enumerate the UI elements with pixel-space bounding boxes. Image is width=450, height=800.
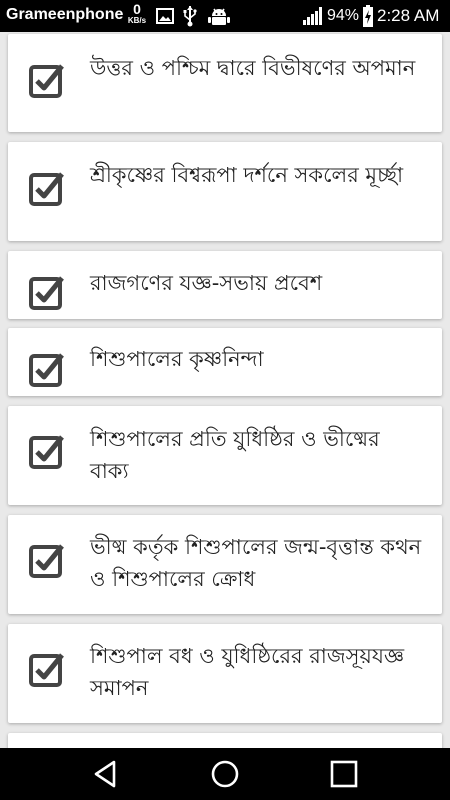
checkbox-checked-icon[interactable] bbox=[28, 169, 66, 207]
chapter-title: ভীষ্ম কর্তৃক শিশুপালের জন্ম-বৃত্তান্ত কথ… bbox=[90, 535, 422, 591]
carrier-name: Grameenphone bbox=[6, 6, 124, 23]
chapter-item-partial[interactable] bbox=[8, 733, 442, 748]
status-bar: Grameenphone 0 KB/s 94% 2:28 AM bbox=[0, 0, 450, 32]
chapter-title: শ্রীকৃষ্ণের বিশ্বরূপা দর্শনে সকলের মূর্চ… bbox=[90, 163, 404, 187]
signal-icon bbox=[303, 7, 322, 25]
chapter-item[interactable]: ভীষ্ম কর্তৃক শিশুপালের জন্ম-বৃত্তান্ত কথ… bbox=[8, 515, 442, 614]
android-debug-icon bbox=[208, 8, 230, 25]
checkbox-checked-icon[interactable] bbox=[28, 61, 66, 99]
battery-icon bbox=[363, 5, 373, 27]
chapter-item[interactable]: রাজগণের যজ্ঞ-সভায় প্রবেশ bbox=[8, 251, 442, 319]
chapter-item[interactable]: শিশুপাল বধ ও যুধিষ্ঠিরের রাজসূয়যজ্ঞ সমা… bbox=[8, 624, 442, 723]
network-speed: 0 KB/s bbox=[126, 2, 148, 25]
chapter-title: উত্তর ও পশ্চিম দ্বারে বিভীষণের অপমান bbox=[90, 56, 416, 80]
checkbox-checked-icon[interactable] bbox=[28, 541, 66, 579]
network-speed-value: 0 bbox=[133, 1, 141, 17]
checkbox-checked-icon[interactable] bbox=[28, 432, 66, 470]
chapter-item[interactable]: শিশুপালের কৃষ্ণনিন্দা bbox=[8, 328, 442, 396]
battery-percent: 94% bbox=[327, 7, 360, 24]
chapter-list[interactable]: উত্তর ও পশ্চিম দ্বারে বিভীষণের অপমান শ্র… bbox=[0, 32, 450, 748]
chapter-item[interactable]: উত্তর ও পশ্চিম দ্বারে বিভীষণের অপমান bbox=[8, 34, 442, 132]
image-icon bbox=[156, 8, 174, 24]
checkbox-checked-icon[interactable] bbox=[28, 650, 66, 688]
home-icon[interactable] bbox=[209, 758, 241, 790]
back-icon[interactable] bbox=[90, 758, 122, 790]
navigation-bar bbox=[0, 748, 450, 800]
chapter-title: শিশুপাল বধ ও যুধিষ্ঠিরের রাজসূয়যজ্ঞ সমা… bbox=[90, 644, 405, 700]
checkbox-checked-icon[interactable] bbox=[28, 273, 66, 311]
chapter-title: শিশুপালের কৃষ্ণনিন্দা bbox=[90, 347, 264, 371]
clock: 2:28 AM bbox=[377, 6, 440, 25]
chapter-item[interactable]: শিশুপালের প্রতি যুধিষ্ঠির ও ভীষ্মের বাক্… bbox=[8, 406, 442, 505]
network-speed-unit: KB/s bbox=[127, 16, 147, 25]
chapter-item[interactable]: শ্রীকৃষ্ণের বিশ্বরূপা দর্শনে সকলের মূর্চ… bbox=[8, 142, 442, 241]
checkbox-checked-icon[interactable] bbox=[28, 350, 66, 388]
recents-icon[interactable] bbox=[328, 758, 360, 790]
chapter-title: রাজগণের যজ্ঞ-সভায় প্রবেশ bbox=[90, 271, 323, 295]
chapter-title: শিশুপালের প্রতি যুধিষ্ঠির ও ভীষ্মের বাক্… bbox=[90, 427, 380, 483]
usb-icon bbox=[183, 6, 197, 27]
